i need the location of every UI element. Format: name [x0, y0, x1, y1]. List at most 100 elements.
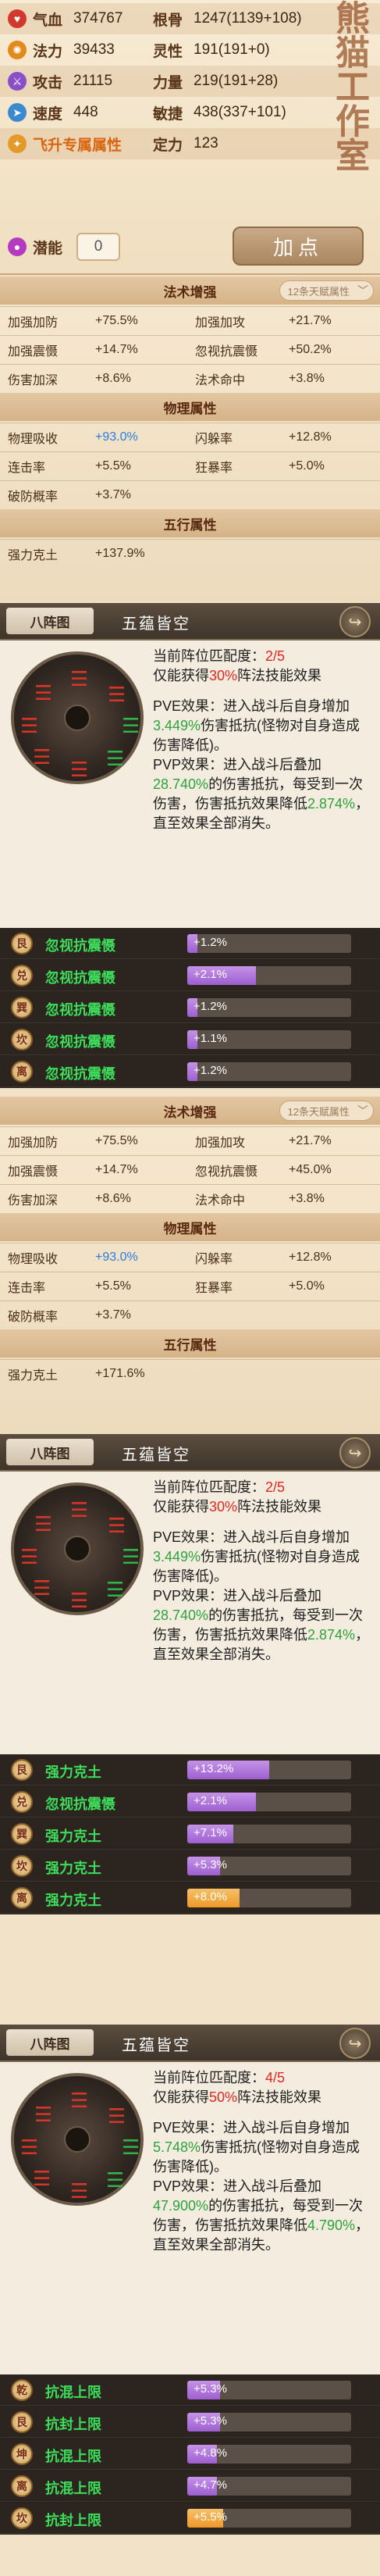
attr-left: 加强震慑 +14.7% [8, 1155, 179, 1184]
match-line: 当前阵位匹配度：2/5 [153, 647, 371, 666]
bonus-value: +5.5% [194, 2510, 227, 2524]
bonus-bar: +1.2% [187, 1062, 351, 1081]
bonus-bar: +5.3% [187, 2413, 351, 2432]
disc-center-icon [64, 705, 91, 731]
attr-value: +21.7% [289, 313, 332, 327]
bonus-bar: +2.1% [187, 1793, 351, 1811]
attribute-row: 强力克土 +171.6% [0, 1359, 380, 1388]
formation-tab[interactable]: 八阵图 [6, 2029, 94, 2056]
trigram-icon: ☰ [106, 747, 125, 770]
attribute-row: 加强加防 +75.5% 加强加攻 +21.7% [0, 1126, 380, 1155]
share-icon[interactable]: ↪ [339, 2028, 371, 2059]
bonus-name: 抗封上限 [45, 2417, 101, 2432]
trigram-icon: ☰ [106, 2168, 125, 2192]
attr-name: 加强加防 [8, 316, 59, 330]
attr-value: +3.8% [289, 1191, 325, 1205]
stat-label: 法力 [33, 43, 63, 60]
formation-panel: 八阵图 五蕴皆空 ↪ ☰ ☰ ☰ ☰ ☰ ☰ ☰ ☰ 当前阵位匹配度：4/5 仅能获得50%阵法技能效果… [0, 2025, 380, 2535]
share-icon[interactable]: ↪ [339, 1437, 371, 1468]
talent-dropdown[interactable]: 12条天赋属性 [279, 280, 374, 301]
attr-name: 加强加防 [8, 1136, 59, 1150]
pvp-line: PVP效果：进入战斗后叠加47.900%的伤害抵抗，每受到一次伤害，伤害抵抗效果… [153, 2177, 371, 2255]
formation-tab[interactable]: 八阵图 [6, 608, 94, 634]
physical-section-header: 物理属性 [0, 1213, 380, 1241]
magic-icon: ✺ [8, 41, 27, 59]
formation-disc-icon: ☰ ☰ ☰ ☰ ☰ ☰ ☰ ☰ [11, 651, 144, 784]
trigram-icon: ☰ [33, 2167, 51, 2190]
attribute-row: 破防概率 +3.7% [0, 480, 380, 509]
pve-line: PVE效果：进入战斗后自身增加5.748%伤害抵抗(怪物对自身造成伤害降低)。 [153, 2118, 371, 2177]
stat-value: 39433 [73, 41, 115, 58]
stat-2-left: ⚔ 攻击 21115 [8, 66, 112, 97]
bonus-row: 离忽视抗震慑 +1.2% [0, 1056, 380, 1087]
attr-right: 法术命中 +3.8% [195, 1184, 375, 1213]
trigram-icon: ☰ [34, 2103, 53, 2126]
share-icon[interactable]: ↪ [339, 606, 371, 637]
gain-suffix: 阵法技能效果 [237, 2089, 322, 2105]
trigram-badge-icon: 离 [11, 2475, 33, 2497]
attr-name: 伤害加深 [8, 1193, 59, 1208]
pve-value: 3.449% [153, 718, 201, 733]
add-point-button[interactable]: 加点 [233, 227, 364, 266]
stat-label: 攻击 [33, 74, 63, 91]
attr-right: 忽视抗震慑 +45.0% [195, 1155, 375, 1184]
trigram-icon: ☰ [122, 1545, 140, 1568]
pve-value: 3.449% [153, 1549, 201, 1565]
attr-left: 破防概率 +3.7% [8, 480, 179, 509]
formation-title: 五蕴皆空 [122, 615, 190, 633]
gain-suffix: 阵法技能效果 [237, 1499, 322, 1515]
trigram-icon: ☰ [122, 2135, 140, 2159]
attr-name: 连击率 [8, 461, 46, 475]
stat-value: 1247(1139+108) [194, 10, 302, 27]
attr-name: 加强震慑 [8, 1165, 59, 1179]
formation-description: 当前阵位匹配度：2/5 仅能获得30%阵法技能效果 PVE效果：进入战斗后自身增加3… [153, 647, 371, 833]
formation-tab[interactable]: 八阵图 [6, 1439, 94, 1465]
attr-right: 忽视抗震慑 +50.2% [195, 335, 375, 364]
pve-text: PVE效果：进入战斗后自身增加 [153, 2120, 350, 2135]
trigram-icon: ☰ [70, 667, 89, 690]
trigram-icon: ☰ [108, 683, 126, 706]
formation-header: 八阵图 五蕴皆空 ↪ [0, 1434, 380, 1472]
stat-value: 219(191+28) [194, 73, 279, 89]
talent-dropdown[interactable]: 12条天赋属性 [279, 1101, 374, 1121]
magic-section-header: 法术增强 12条天赋属性 [0, 1097, 380, 1125]
match-line: 当前阵位匹配度：2/5 [153, 1478, 371, 1497]
attr-name: 狂暴率 [195, 461, 233, 475]
attr-left: 连击率 +5.5% [8, 451, 179, 480]
bonus-row: 兑忽视抗震慑 +2.1% [0, 960, 380, 991]
magic-section-title: 法术增强 [163, 284, 217, 300]
fly-label: 飞升专属属性 [33, 137, 123, 154]
bonus-name: 强力克土 [45, 1764, 101, 1780]
attr-name: 强力克土 [8, 1368, 59, 1383]
five-elements-title: 五行属性 [163, 1337, 217, 1353]
trigram-badge-icon: 艮 [11, 1759, 33, 1781]
bonus-row: 坎强力克土 +5.3% [0, 1850, 380, 1882]
gain-line: 仅能获得50%阵法技能效果 [153, 2088, 371, 2107]
trigram-icon: ☰ [70, 1498, 89, 1522]
trigram-badge-icon: 坎 [11, 1855, 33, 1877]
pve-value: 5.748% [153, 2139, 201, 2155]
gain-prefix: 仅能获得 [153, 1499, 209, 1515]
bonus-value: +8.0% [194, 1890, 227, 1903]
potential-input[interactable]: 0 [76, 233, 120, 261]
bonus-value: +5.3% [194, 2382, 227, 2396]
bonus-value: +5.3% [194, 1858, 227, 1871]
blood-icon: ♥ [8, 9, 27, 28]
trigram-badge-icon: 坎 [11, 2507, 33, 2529]
gain-suffix: 阵法技能效果 [237, 668, 322, 683]
attr-value: +8.6% [95, 1191, 131, 1205]
bonus-name: 抗混上限 [45, 2481, 101, 2496]
bonus-bar: +2.1% [187, 966, 351, 985]
formation-description: 当前阵位匹配度：2/5 仅能获得30%阵法技能效果 PVE效果：进入战斗后自身增加3… [153, 1478, 371, 1664]
magic-section-header: 法术增强 12条天赋属性 [0, 277, 380, 305]
attribute-row: 强力克土 +137.9% [0, 539, 380, 568]
attr-left: 强力克土 +137.9% [8, 539, 179, 568]
bonus-row: 坤抗混上限 +4.8% [0, 2439, 380, 2470]
five-elements-section-header: 五行属性 [0, 1329, 380, 1358]
gain-prefix: 仅能获得 [153, 2089, 209, 2105]
stat-3-left: ➤ 速度 448 [8, 97, 98, 128]
bonus-name: 强力克土 [45, 1829, 101, 1844]
attr-value: +75.5% [95, 313, 138, 327]
attr-value: +12.8% [289, 1250, 332, 1264]
pvp-line: PVP效果：进入战斗后叠加28.740%的伤害抵抗，每受到一次伤害，伤害抵抗效果… [153, 1586, 371, 1664]
